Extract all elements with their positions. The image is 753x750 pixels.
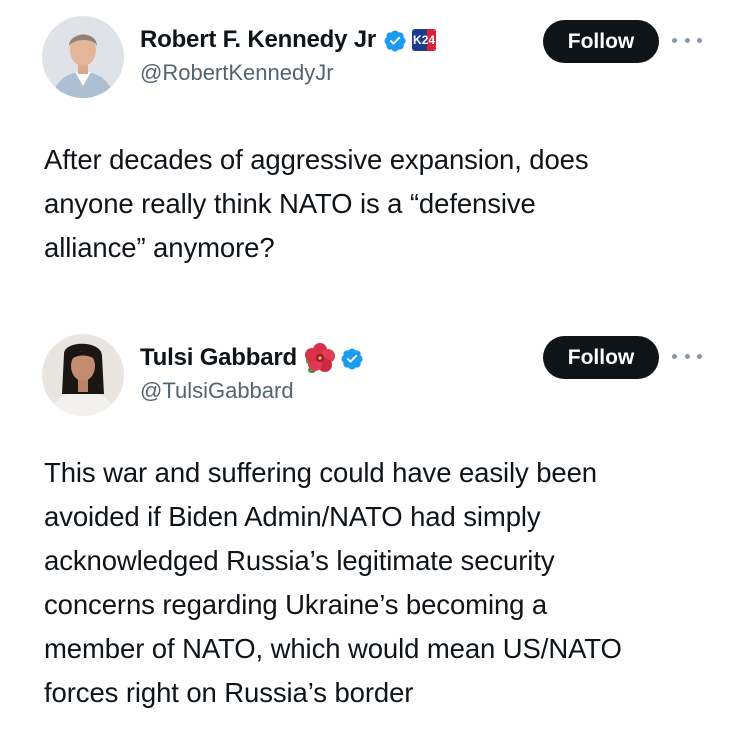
- avatar[interactable]: [42, 334, 124, 416]
- follow-button[interactable]: Follow: [543, 336, 659, 379]
- display-name[interactable]: Robert F. Kennedy Jr: [140, 26, 376, 54]
- author-row: Robert F. Kennedy Jr K24: [140, 22, 437, 58]
- tweet-text-line: After decades of aggressive expansion, d…: [44, 144, 589, 175]
- verified-badge-icon: [384, 29, 407, 52]
- tweet-text-line: anyone really think NATO is a “defensive: [44, 188, 536, 219]
- hibiscus-flower-icon: [303, 342, 337, 374]
- avatar[interactable]: [42, 16, 124, 98]
- tweet-text-line: This war and suffering could have easily…: [44, 457, 597, 488]
- verified-badge-icon: [341, 347, 364, 370]
- more-options-icon[interactable]: [672, 30, 702, 50]
- handle[interactable]: @RobertKennedyJr: [140, 60, 334, 86]
- follow-button[interactable]: Follow: [543, 20, 659, 63]
- badge-text: K24: [413, 33, 436, 47]
- k24-badge-icon: K24: [412, 29, 437, 51]
- tweet-text: After decades of aggressive expansion, d…: [44, 138, 724, 270]
- screenshot: Robert F. Kennedy Jr K24 @RobertKennedyJ…: [0, 0, 753, 750]
- tweet-text: This war and suffering could have easily…: [44, 451, 724, 715]
- tweet-text-line: avoided if Biden Admin/NATO had simply: [44, 501, 541, 532]
- display-name[interactable]: Tulsi Gabbard: [140, 344, 297, 372]
- author-row: Tulsi Gabbard: [140, 340, 364, 376]
- handle[interactable]: @TulsiGabbard: [140, 378, 294, 404]
- tweet-text-line: alliance” anymore?: [44, 232, 275, 263]
- tweet-text-line: member of NATO, which would mean US/NATO: [44, 633, 622, 664]
- tweet-text-line: acknowledged Russia’s legitimate securit…: [44, 545, 555, 576]
- more-options-icon[interactable]: [672, 346, 702, 366]
- tweet-text-line: forces right on Russia’s border: [44, 677, 414, 708]
- tweet-text-line: concerns regarding Ukraine’s becoming a: [44, 589, 548, 620]
